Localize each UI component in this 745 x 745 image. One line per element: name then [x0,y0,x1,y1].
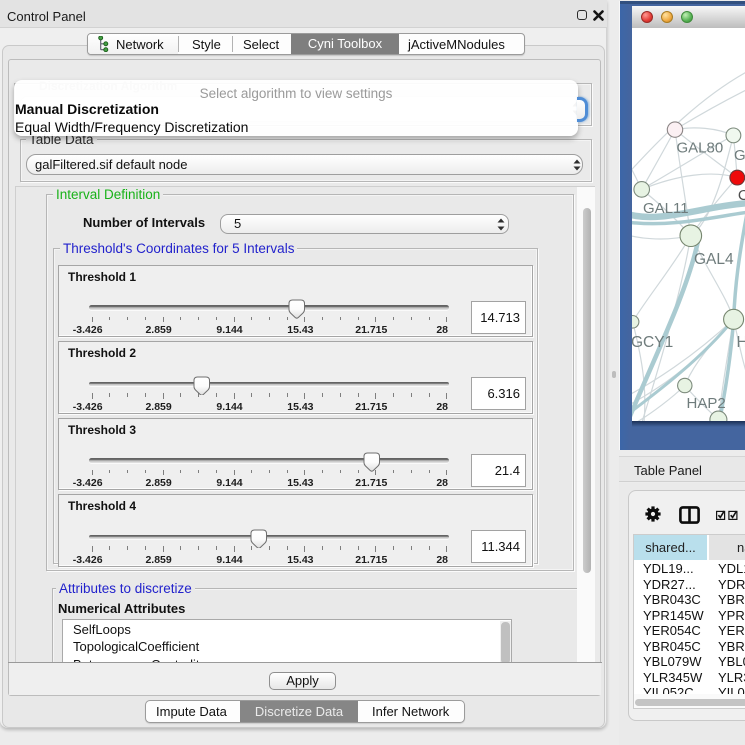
svg-text:GAL80: GAL80 [676,139,723,156]
svg-text:HA: HA [736,334,745,351]
svg-text:HAP2: HAP2 [686,395,725,412]
svg-text:GAL5: GAL5 [734,147,745,164]
svg-text:GCY1: GCY1 [632,334,673,351]
svg-text:GAL11: GAL11 [643,200,689,217]
svg-text:GAL4: GAL4 [694,251,734,268]
svg-text:C: C [737,187,744,204]
